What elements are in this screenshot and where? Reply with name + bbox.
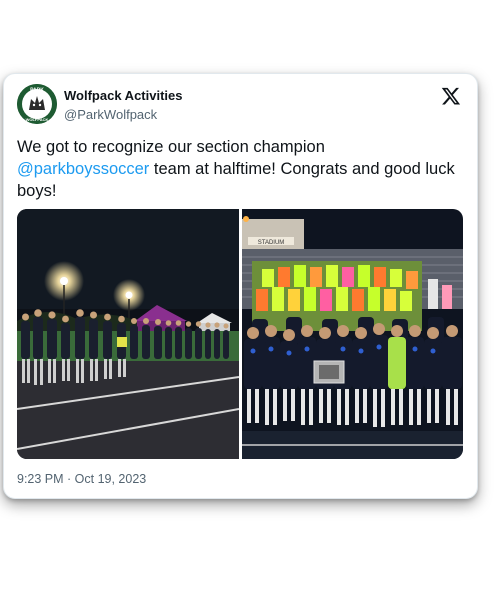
media-grid: STADIUM bbox=[17, 209, 463, 459]
author-name[interactable]: Wolfpack Activities bbox=[64, 88, 182, 103]
tweet-card[interactable]: PARK WOLFPACK Wolfpack Activities @ParkW… bbox=[3, 73, 478, 499]
wolfpack-logo-icon: PARK WOLFPACK bbox=[17, 84, 57, 124]
tweet-timestamp[interactable]: 9:23 PM · Oct 19, 2023 bbox=[17, 472, 146, 486]
tweet-text-part: We got to recognize our section champion bbox=[17, 138, 325, 156]
avatar-bottom-text: WOLFPACK bbox=[26, 117, 49, 122]
team-trophy-photo[interactable]: STADIUM bbox=[241, 209, 463, 459]
author-handle[interactable]: @ParkWolfpack bbox=[64, 107, 157, 122]
x-logo-icon[interactable] bbox=[441, 86, 461, 106]
team-lineup-photo[interactable] bbox=[17, 209, 239, 459]
stadium-sign: STADIUM bbox=[257, 240, 284, 246]
avatar-top-text: PARK bbox=[30, 88, 44, 94]
mention-link[interactable]: @parkboyssoccer bbox=[17, 160, 149, 178]
avatar[interactable]: PARK WOLFPACK bbox=[17, 84, 57, 124]
tweet-text: We got to recognize our section champion… bbox=[17, 136, 457, 202]
